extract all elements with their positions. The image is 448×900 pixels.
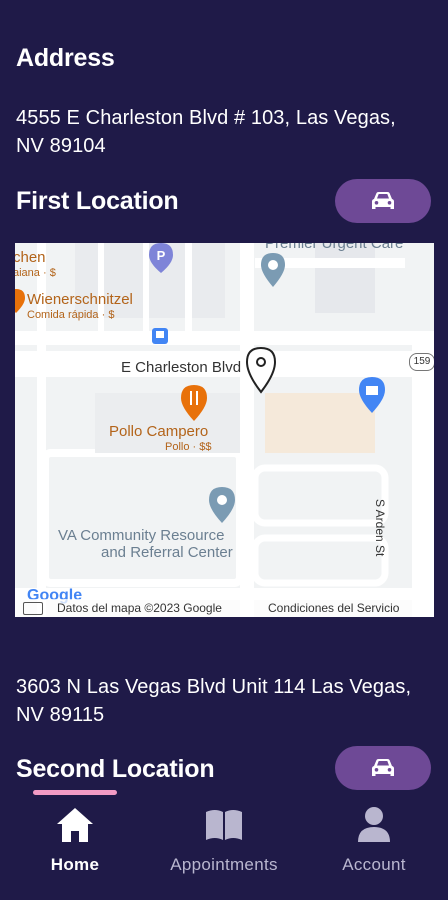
nav-account[interactable]: Account <box>334 806 414 875</box>
map-label-va-2: and Referral Center <box>101 544 233 561</box>
restaurant-pin-icon <box>15 289 25 313</box>
map-label-street: E Charleston Blvd <box>121 359 242 376</box>
address-text: 4555 E Charleston Blvd # 103, Las Vegas,… <box>16 107 396 157</box>
first-location-map[interactable]: P 159 Premier Urgent Care chen aiana · $… <box>15 243 434 617</box>
pollo-pin-icon <box>181 385 207 421</box>
location-marker-icon <box>245 346 277 394</box>
va-center-pin-icon <box>209 487 235 523</box>
second-address-text: 3603 N Las Vegas Blvd Unit 114 Las Vegas… <box>16 676 412 726</box>
map-attribution-bar: Datos del mapa ©2023 Google Condiciones … <box>15 599 434 617</box>
map-label-wienerschnitzel-sub: Comida rápida · $ <box>27 309 115 321</box>
map-label-kitchen-sub: aiana · $ <box>15 267 56 279</box>
person-icon <box>358 807 390 842</box>
map-label-kitchen: chen <box>15 249 46 266</box>
map-label-va-1: VA Community Resource <box>58 527 225 544</box>
nav-appointments[interactable]: Appointments <box>160 806 288 875</box>
second-location-heading: Second Location <box>16 755 215 783</box>
book-icon <box>206 810 242 840</box>
bottom-navigation: Home Appointments Account <box>0 796 448 900</box>
map-label-pollo-sub: Pollo · $$ <box>165 441 212 453</box>
address-heading: Address <box>16 44 115 72</box>
keyboard-icon[interactable] <box>23 602 43 615</box>
transit-icon <box>152 328 168 344</box>
nav-appointments-label: Appointments <box>170 855 278 874</box>
store-pin-icon <box>359 377 385 413</box>
first-location-heading: First Location <box>16 187 179 215</box>
nav-account-label: Account <box>342 855 406 874</box>
urgent-care-pin-icon <box>261 253 285 287</box>
map-label-urgent-care: Premier Urgent Care <box>265 243 404 252</box>
second-location-directions-button[interactable] <box>335 746 431 790</box>
parking-icon: P <box>149 243 173 273</box>
map-label-wienerschnitzel: Wienerschnitzel <box>27 291 133 308</box>
active-tab-indicator <box>33 790 117 795</box>
map-data-notice: Datos del mapa ©2023 Google <box>57 601 222 615</box>
nav-home[interactable]: Home <box>42 806 108 875</box>
car-icon <box>372 192 394 209</box>
car-icon <box>372 759 394 776</box>
home-icon <box>57 808 93 842</box>
map-terms-link[interactable]: Condiciones del Servicio <box>268 601 399 615</box>
nav-home-label: Home <box>50 855 100 874</box>
map-label-pollo-campero: Pollo Campero <box>109 423 209 440</box>
first-location-directions-button[interactable] <box>335 179 431 223</box>
svg-text:P: P <box>157 248 166 263</box>
map-label-arden-st: S Arden St <box>373 499 387 557</box>
route-badge: 159 <box>409 353 434 371</box>
